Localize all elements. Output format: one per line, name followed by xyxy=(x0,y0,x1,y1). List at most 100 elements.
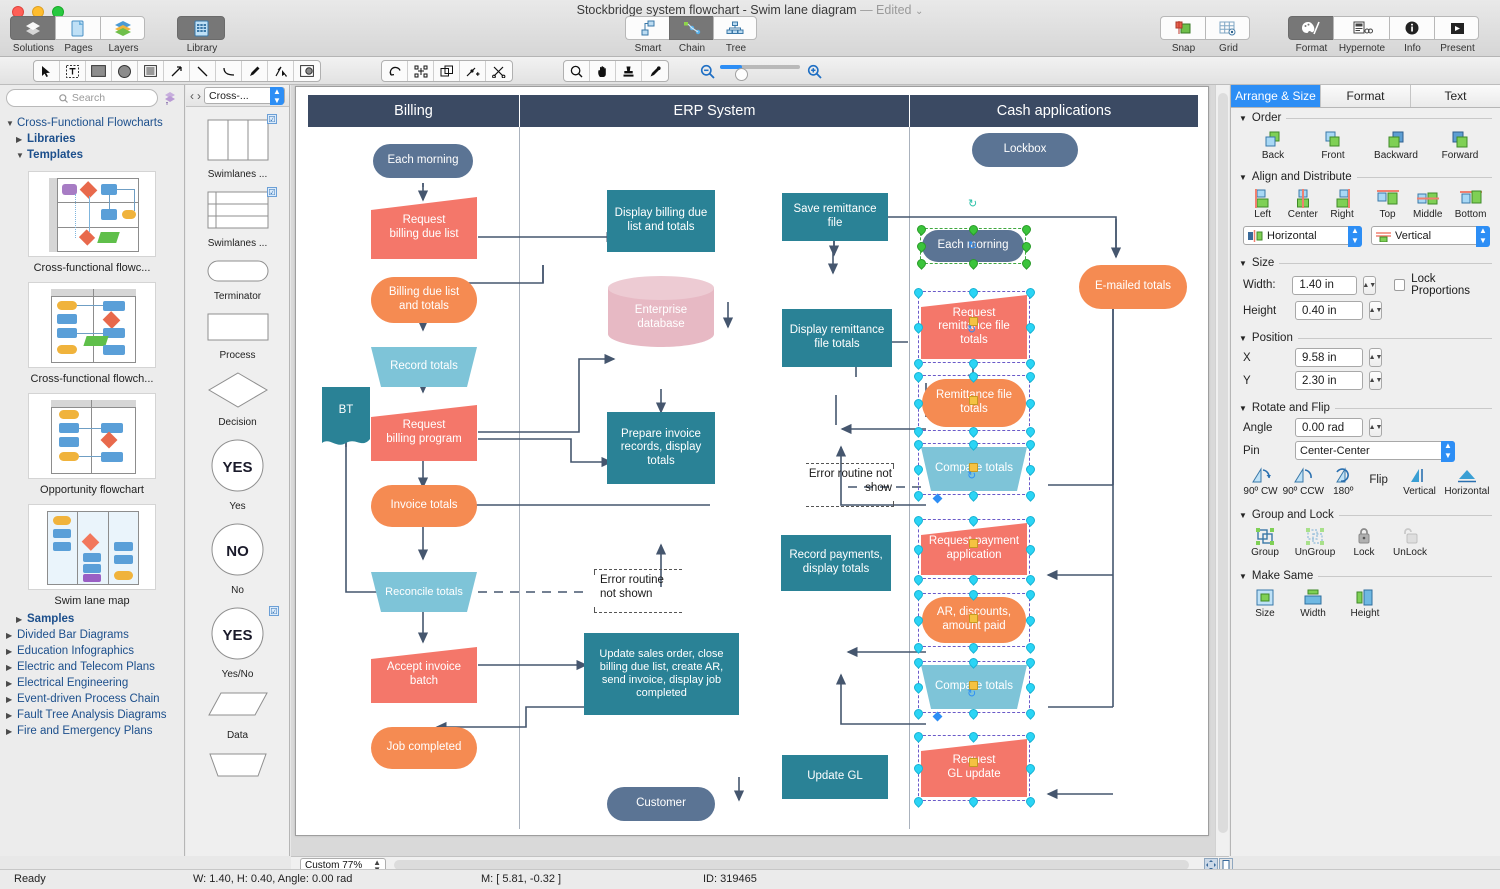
search-input[interactable]: Search xyxy=(6,89,158,107)
shape-bt-tape[interactable]: BT xyxy=(322,387,370,447)
shape-terminator[interactable]: Terminator xyxy=(186,259,289,302)
height-stepper[interactable]: ▲▼ xyxy=(1369,301,1382,320)
y-input[interactable]: 2.30 in xyxy=(1295,371,1363,390)
section-header[interactable]: ▼ Size xyxy=(1239,257,1492,269)
zoom-out-icon[interactable] xyxy=(700,64,715,79)
zoom-slider[interactable] xyxy=(720,65,800,69)
send-backward-button[interactable]: Backward xyxy=(1363,129,1429,161)
terminator-icon[interactable] xyxy=(207,259,269,283)
rotate-180-button[interactable]: 180º xyxy=(1327,465,1360,497)
data-parallelogram-icon[interactable] xyxy=(207,690,269,718)
hand-tool[interactable] xyxy=(590,61,616,81)
section-header[interactable]: ▼ Align and Distribute xyxy=(1239,171,1492,183)
shape-update-gl[interactable]: Update GL xyxy=(782,755,888,799)
swim-lane-diagram[interactable]: Billing ERP System Cash applications xyxy=(296,87,1210,837)
shape-request-payment-application[interactable]: Request paymentapplication xyxy=(921,523,1027,575)
tree-item-samples[interactable]: ▶ Samples xyxy=(0,611,184,627)
format-button[interactable]: Format xyxy=(1288,16,1333,40)
shape-checkbox[interactable]: ☑ xyxy=(267,187,277,197)
shape-data[interactable]: Data xyxy=(186,690,289,741)
template-thumbnail[interactable] xyxy=(28,282,156,368)
category-education-infographics[interactable]: ▶ Education Infographics xyxy=(0,643,184,659)
disclosure-triangle-icon[interactable]: ▼ xyxy=(6,119,14,128)
library-prev-button[interactable]: ‹ xyxy=(190,89,194,103)
disclosure-triangle-icon[interactable]: ▼ xyxy=(1239,572,1247,581)
line-tool[interactable] xyxy=(190,61,216,81)
shape-process[interactable]: Process xyxy=(186,312,289,361)
template-swim-lane-map[interactable]: Swim lane map xyxy=(0,504,184,607)
shape-swimlanes-horizontal[interactable]: ☑ Swimlanes ... xyxy=(186,190,289,249)
ellipse-tool[interactable] xyxy=(112,61,138,81)
pen-tool[interactable] xyxy=(242,61,268,81)
x-stepper[interactable]: ▲▼ xyxy=(1369,348,1382,367)
disclosure-triangle-icon[interactable]: ▶ xyxy=(16,135,24,144)
shape-swimlanes-vertical[interactable]: ☑ Swimlanes ... xyxy=(186,117,289,180)
section-header[interactable]: ▼ Order xyxy=(1239,112,1492,124)
lock-handle-icon[interactable] xyxy=(969,614,978,623)
angle-input[interactable]: 0.00 rad xyxy=(1295,418,1363,437)
shape-decision[interactable]: Decision xyxy=(186,371,289,428)
yes-circle-icon[interactable]: YES xyxy=(210,438,265,493)
library-next-button[interactable]: › xyxy=(197,89,201,103)
align-right-button[interactable]: Right xyxy=(1323,188,1360,220)
lock-handle-icon[interactable] xyxy=(969,539,978,548)
pages-button[interactable]: Pages xyxy=(55,16,100,40)
tree-item-cross-functional-flowcharts[interactable]: ▼ Cross-Functional Flowcharts xyxy=(0,115,184,131)
disclosure-triangle-icon[interactable]: ▶ xyxy=(6,647,14,656)
solutions-button[interactable]: Solutions xyxy=(10,16,55,40)
template-thumbnail[interactable] xyxy=(28,171,156,257)
rotate-cw-button[interactable]: 90º CW xyxy=(1241,465,1280,497)
category-fire-and-emergency-plans[interactable]: ▶ Fire and Emergency Plans xyxy=(0,723,184,739)
unlock-button[interactable]: UnLock xyxy=(1385,526,1435,558)
present-button[interactable]: Present xyxy=(1434,16,1479,40)
shape-reconcile-totals[interactable]: Reconcile totals xyxy=(371,572,477,612)
document-title-chevron-icon[interactable]: ⌄ xyxy=(915,6,923,17)
disclosure-triangle-icon[interactable]: ▶ xyxy=(6,679,14,688)
scrollbar-thumb[interactable] xyxy=(1218,93,1228,833)
bring-forward-button[interactable]: Forward xyxy=(1429,129,1491,161)
align-center-button[interactable]: Center xyxy=(1282,188,1323,220)
flip-vertical-button[interactable]: Vertical xyxy=(1397,465,1442,497)
disclosure-triangle-icon[interactable]: ▶ xyxy=(6,695,14,704)
width-stepper[interactable]: ▲▼ xyxy=(1363,276,1376,295)
shape-manual-operation[interactable] xyxy=(186,751,289,780)
shape-update-sales-order[interactable]: Update sales order, closebilling due lis… xyxy=(584,633,739,715)
shape-yes[interactable]: YES Yes xyxy=(186,438,289,512)
same-size-button[interactable]: Size xyxy=(1243,587,1287,619)
distribute-vertical-select[interactable]: Vertical ▲▼ xyxy=(1371,226,1490,245)
snap-button[interactable]: Snap xyxy=(1160,16,1205,40)
shape-save-remittance-file[interactable]: Save remittancefile xyxy=(782,193,888,241)
shape-prepare-invoice-records-display-totals[interactable]: Prepare invoicerecords, displaytotals xyxy=(607,412,715,484)
eyedropper-tool[interactable] xyxy=(642,61,668,81)
disclosure-triangle-icon[interactable]: ▼ xyxy=(1239,511,1247,520)
template-cross-functional-vertical[interactable]: Cross-functional flowc... xyxy=(0,171,184,274)
shape-display-remittance-file-totals[interactable]: Display remittancefile totals xyxy=(782,309,892,367)
template-thumbnail[interactable] xyxy=(28,504,156,590)
disclosure-triangle-icon[interactable]: ▼ xyxy=(1239,114,1247,123)
disclosure-triangle-icon[interactable]: ▶ xyxy=(6,727,14,736)
library-button[interactable]: Library xyxy=(177,16,225,40)
bring-to-front-button[interactable]: Front xyxy=(1303,129,1363,161)
canvas-area[interactable]: Billing ERP System Cash applications xyxy=(291,85,1229,856)
tab-text[interactable]: Text xyxy=(1411,85,1500,107)
document-page[interactable]: Billing ERP System Cash applications xyxy=(295,86,1209,836)
shape-emailed-totals[interactable]: E-mailed totals xyxy=(1079,265,1187,309)
hypernote-button[interactable]: Hypernote xyxy=(1333,16,1389,40)
category-divided-bar-diagrams[interactable]: ▶ Divided Bar Diagrams xyxy=(0,627,184,643)
group-button[interactable]: Group xyxy=(1243,526,1287,558)
disclosure-triangle-icon[interactable]: ▶ xyxy=(6,631,14,640)
same-width-button[interactable]: Width xyxy=(1287,587,1339,619)
shape-lockbox[interactable]: Lockbox xyxy=(972,133,1078,167)
section-header[interactable]: ▼ Position xyxy=(1239,332,1492,344)
pointer-tool[interactable] xyxy=(34,61,60,81)
smart-connector-button[interactable]: Smart xyxy=(625,16,669,40)
duplicate-tool[interactable] xyxy=(434,61,460,81)
annotation-error-routine-not-show[interactable]: Error routine notshow xyxy=(794,467,892,503)
info-button[interactable]: Info xyxy=(1389,16,1434,40)
tree-connector-button[interactable]: Tree xyxy=(713,16,757,40)
angle-stepper[interactable]: ▲▼ xyxy=(1369,418,1382,437)
layers-button[interactable]: Layers xyxy=(100,16,145,40)
tab-arrange-and-size[interactable]: Arrange & Size xyxy=(1231,85,1321,107)
canvas-vertical-scrollbar[interactable] xyxy=(1215,85,1229,856)
select-stepper-icon[interactable]: ▲▼ xyxy=(1348,226,1362,247)
